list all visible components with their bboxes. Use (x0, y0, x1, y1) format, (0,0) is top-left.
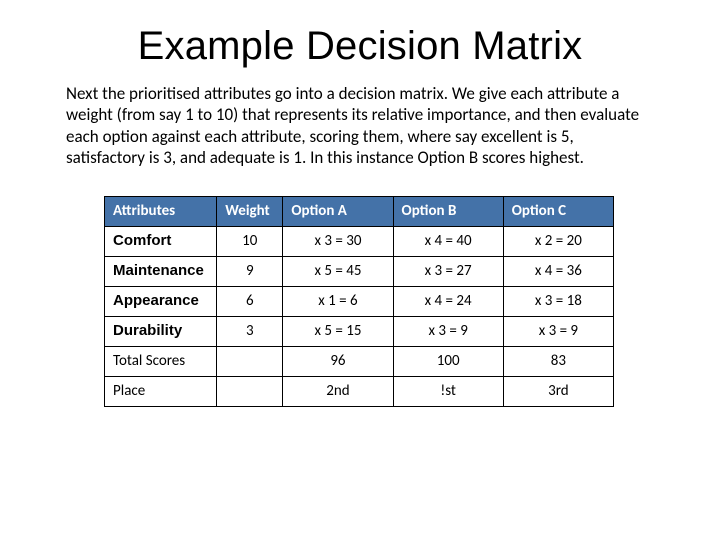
place-label: Place (105, 377, 217, 407)
attr-name: Appearance (105, 287, 217, 317)
table-header-row: Attributes Weight Option A Option B Opti… (105, 197, 614, 227)
opt-a-cell: x 5 = 45 (283, 257, 393, 287)
attr-weight: 9 (217, 257, 283, 287)
opt-c-cell: x 3 = 18 (503, 287, 613, 317)
opt-b-cell: x 4 = 40 (393, 227, 503, 257)
attr-weight: 10 (217, 227, 283, 257)
attr-name: Durability (105, 317, 217, 347)
place-a: 2nd (283, 377, 393, 407)
intro-paragraph: Next the prioritised attributes go into … (66, 83, 654, 168)
total-a: 96 (283, 347, 393, 377)
total-c: 83 (503, 347, 613, 377)
opt-b-cell: x 3 = 9 (393, 317, 503, 347)
header-option-c: Option C (503, 197, 613, 227)
opt-c-cell: x 3 = 9 (503, 317, 613, 347)
table-row: Appearance 6 x 1 = 6 x 4 = 24 x 3 = 18 (105, 287, 614, 317)
totals-weight-blank (217, 347, 283, 377)
attr-name: Comfort (105, 227, 217, 257)
table-row: Maintenance 9 x 5 = 45 x 3 = 27 x 4 = 36 (105, 257, 614, 287)
table-row: Comfort 10 x 3 = 30 x 4 = 40 x 2 = 20 (105, 227, 614, 257)
opt-a-cell: x 1 = 6 (283, 287, 393, 317)
attr-name: Maintenance (105, 257, 217, 287)
place-row: Place 2nd !st 3rd (105, 377, 614, 407)
opt-c-cell: x 4 = 36 (503, 257, 613, 287)
place-weight-blank (217, 377, 283, 407)
header-weight: Weight (217, 197, 283, 227)
table-row: Durability 3 x 5 = 15 x 3 = 9 x 3 = 9 (105, 317, 614, 347)
place-c: 3rd (503, 377, 613, 407)
header-option-b: Option B (393, 197, 503, 227)
opt-a-cell: x 5 = 15 (283, 317, 393, 347)
attr-weight: 6 (217, 287, 283, 317)
header-attributes: Attributes (105, 197, 217, 227)
total-b: 100 (393, 347, 503, 377)
opt-b-cell: x 4 = 24 (393, 287, 503, 317)
attr-weight: 3 (217, 317, 283, 347)
decision-matrix-table: Attributes Weight Option A Option B Opti… (104, 196, 614, 407)
opt-a-cell: x 3 = 30 (283, 227, 393, 257)
header-option-a: Option A (283, 197, 393, 227)
place-b: !st (393, 377, 503, 407)
totals-label: Total Scores (105, 347, 217, 377)
opt-b-cell: x 3 = 27 (393, 257, 503, 287)
slide-title: Example Decision Matrix (58, 24, 662, 69)
totals-row: Total Scores 96 100 83 (105, 347, 614, 377)
opt-c-cell: x 2 = 20 (503, 227, 613, 257)
